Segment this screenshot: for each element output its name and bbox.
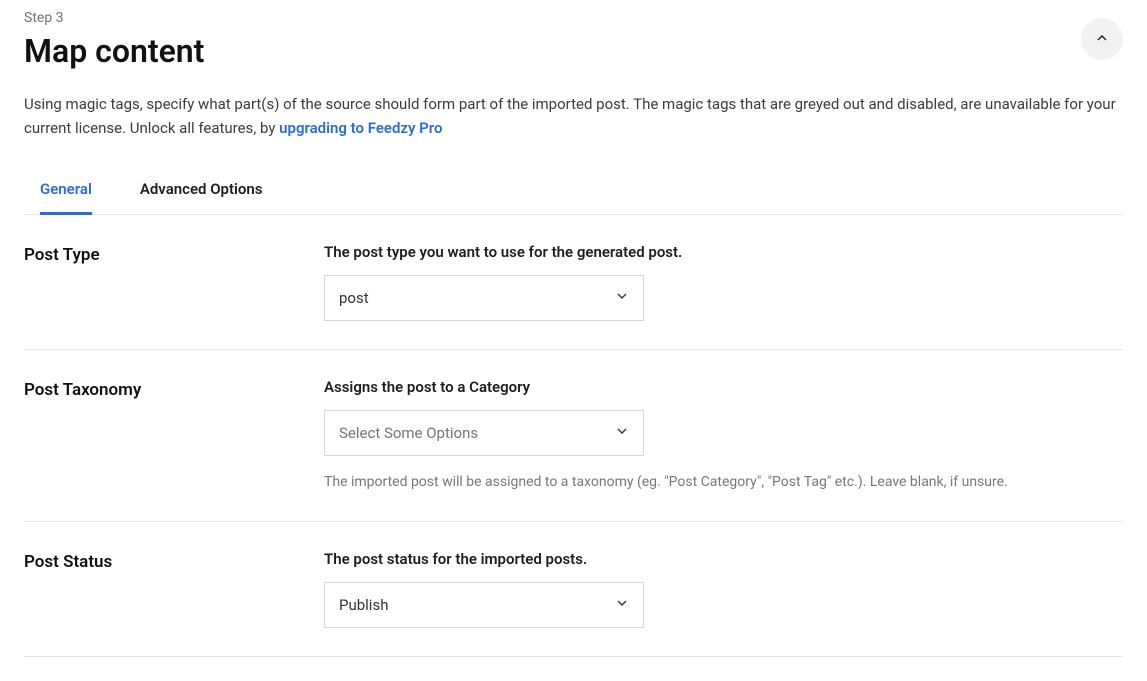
page-title: Map content <box>24 32 204 70</box>
post-taxonomy-desc: Assigns the post to a Category <box>324 378 1123 396</box>
post-type-desc: The post type you want to use for the ge… <box>324 243 1123 261</box>
tab-advanced[interactable]: Advanced Options <box>140 168 263 215</box>
section-post-taxonomy: Post Taxonomy Assigns the post to a Cate… <box>24 350 1123 522</box>
step-label: Step 3 <box>24 10 204 26</box>
post-taxonomy-placeholder: Select Some Options <box>324 410 644 456</box>
post-taxonomy-label: Post Taxonomy <box>24 378 304 493</box>
post-type-value: post <box>324 275 644 321</box>
upgrade-link[interactable]: upgrading to Feedzy Pro <box>279 119 442 137</box>
description-text: Using magic tags, specify what part(s) o… <box>24 95 1116 137</box>
tabs: General Advanced Options <box>24 168 1123 215</box>
post-type-label: Post Type <box>24 243 304 321</box>
section-post-type: Post Type The post type you want to use … <box>24 215 1123 350</box>
post-status-select[interactable]: Publish <box>324 582 644 628</box>
section-post-status: Post Status The post status for the impo… <box>24 522 1123 657</box>
page-description: Using magic tags, specify what part(s) o… <box>24 92 1123 140</box>
post-status-desc: The post status for the imported posts. <box>324 550 1123 568</box>
post-status-value: Publish <box>324 582 644 628</box>
post-taxonomy-help: The imported post will be assigned to a … <box>324 472 1123 493</box>
chevron-up-icon <box>1094 30 1110 49</box>
post-type-select[interactable]: post <box>324 275 644 321</box>
post-status-label: Post Status <box>24 550 304 628</box>
collapse-button[interactable] <box>1081 18 1123 60</box>
post-taxonomy-select[interactable]: Select Some Options <box>324 410 644 456</box>
tab-general[interactable]: General <box>40 168 92 215</box>
